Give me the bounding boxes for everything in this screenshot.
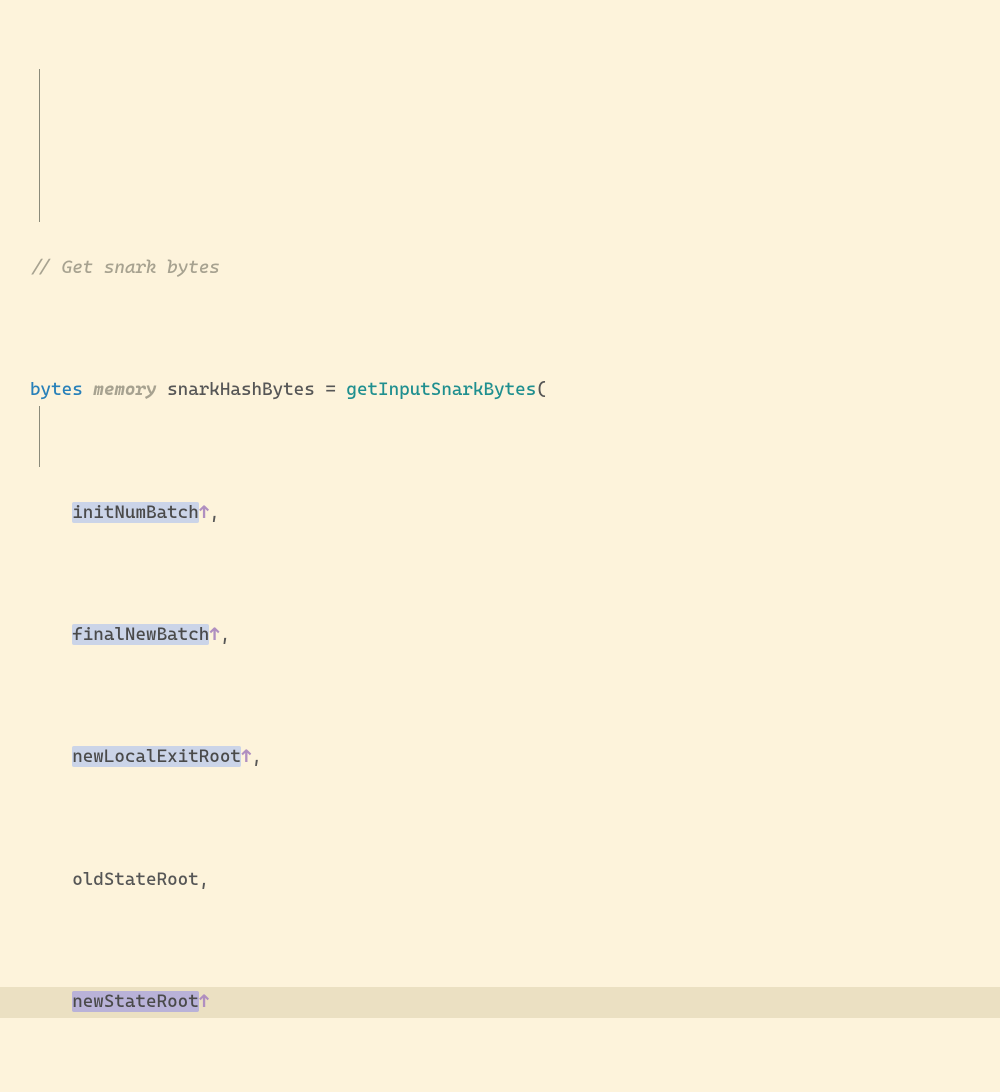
identifier: oldStateRoot, bbox=[72, 869, 209, 890]
code-line: initNumBatch↑, bbox=[30, 498, 1000, 529]
param-highlight: initNumBatch bbox=[72, 502, 199, 523]
up-arrow-icon: ↑ bbox=[199, 502, 210, 523]
function-call: getInputSnarkBytes bbox=[346, 379, 536, 400]
code-line: bytes memory snarkHashBytes = getInputSn… bbox=[30, 375, 1000, 406]
code-line: // Get snark bytes bbox=[30, 253, 1000, 284]
param-highlight: finalNewBatch bbox=[72, 624, 209, 645]
code-block: // Get snark bytes bytes memory snarkHas… bbox=[0, 0, 1000, 1092]
comment: // Get snark bytes bbox=[30, 257, 220, 278]
up-arrow-icon: ↑ bbox=[209, 624, 220, 645]
identifier: snarkHashBytes bbox=[167, 379, 315, 400]
param-highlight: newStateRoot bbox=[72, 991, 199, 1012]
up-arrow-icon: ↑ bbox=[199, 991, 210, 1012]
param-highlight: newLocalExitRoot bbox=[72, 746, 241, 767]
code-line: finalNewBatch↑, bbox=[30, 620, 1000, 651]
code-line: newStateRoot↑ bbox=[30, 987, 1000, 1018]
code-line: newLocalExitRoot↑, bbox=[30, 742, 1000, 773]
keyword: memory bbox=[93, 379, 156, 400]
up-arrow-icon: ↑ bbox=[241, 746, 252, 767]
keyword: bytes bbox=[30, 379, 83, 400]
code-line: oldStateRoot, bbox=[30, 865, 1000, 896]
